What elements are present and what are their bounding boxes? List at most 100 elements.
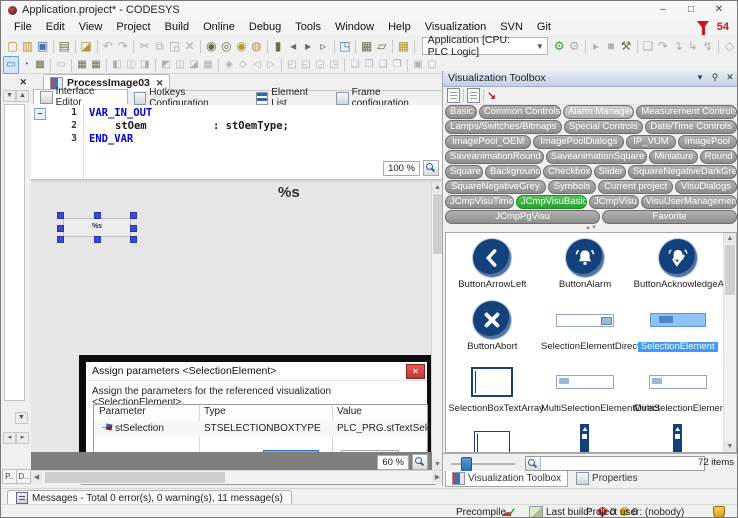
- code-zoom-value[interactable]: 100 %: [383, 161, 420, 176]
- collapsed-panel-column[interactable]: [4, 104, 25, 401]
- breakpoint-icon[interactable]: ❏: [640, 38, 655, 54]
- toolbox-doc-icon-2[interactable]: [467, 88, 480, 103]
- copy-icon[interactable]: ⧉: [152, 38, 167, 54]
- size-icon-3[interactable]: ◲: [313, 57, 327, 73]
- menu-project[interactable]: Project: [109, 19, 157, 35]
- toolbox-item-partial-2[interactable]: [539, 422, 632, 453]
- left-panel-scroll-down-icon[interactable]: ▼: [15, 412, 28, 424]
- send-backward-icon[interactable]: ❒: [390, 57, 404, 73]
- open-project-icon[interactable]: ▥: [20, 38, 35, 54]
- canvas-zoom-icon[interactable]: [412, 454, 428, 470]
- replace-in-project-icon[interactable]: ◍: [249, 38, 264, 54]
- code-fold-icon[interactable]: −: [34, 108, 46, 120]
- items-scroll-up-icon[interactable]: ▲: [724, 233, 736, 244]
- toolbox-item-buttonarrowleft[interactable]: ButtonArrowLeft: [446, 236, 539, 298]
- toolbox-insert-arrow-icon[interactable]: ↘: [487, 89, 496, 102]
- toolbox-item-selectionelementdirect[interactable]: SelectionElementDirect: [539, 298, 632, 360]
- handle-s[interactable]: [94, 236, 101, 243]
- menu-git[interactable]: Git: [530, 19, 558, 35]
- toolbox-item-partial-1[interactable]: [446, 422, 539, 453]
- catalog-icon[interactable]: ▦: [359, 38, 374, 54]
- toolbox-item-multiselectionelementdirect[interactable]: MultiSelectionElementDirect: [539, 360, 632, 422]
- scroll-left-icon[interactable]: ◀: [31, 472, 42, 483]
- notifications-funnel-icon[interactable]: [697, 21, 709, 29]
- maximize-button[interactable]: [679, 2, 703, 17]
- new-project-icon[interactable]: ▢: [5, 38, 20, 54]
- redo-icon[interactable]: ↷: [115, 38, 130, 54]
- save-icon[interactable]: ▣: [35, 38, 50, 54]
- category-ip-vum[interactable]: IP_VUM: [626, 135, 675, 149]
- print-icon[interactable]: ▤: [57, 38, 72, 54]
- category-squarenegativegrey[interactable]: SquareNegativeGrey: [445, 180, 546, 194]
- category-saveanimationround[interactable]: SaveanimationRound: [445, 150, 544, 164]
- panel-menu-icon[interactable]: ▾: [693, 72, 707, 83]
- category-slider[interactable]: Slider: [594, 165, 626, 179]
- category-measurement-controls[interactable]: Measurement Controls: [636, 105, 737, 119]
- panel-header[interactable]: Visualization Toolbox ▾ ⚲ ✕: [443, 71, 738, 87]
- left-panel-scroll-up-icon[interactable]: ▲: [16, 90, 29, 102]
- menu-online[interactable]: Online: [196, 19, 242, 35]
- step-out-icon[interactable]: ↳: [685, 38, 700, 54]
- left-tab-pous[interactable]: P..: [2, 469, 17, 484]
- run-to-cursor-icon[interactable]: ↯: [700, 38, 715, 54]
- menu-tools[interactable]: Tools: [288, 19, 328, 35]
- delete-icon[interactable]: ✕: [182, 38, 197, 54]
- handle-se[interactable]: [130, 236, 137, 243]
- handle-n[interactable]: [94, 212, 101, 219]
- category-imagepooldialogs[interactable]: ImagePoolDialogs: [533, 135, 624, 149]
- export-icon[interactable]: ◳: [337, 38, 352, 54]
- project-user[interactable]: Project user: (nobody): [586, 507, 684, 518]
- left-panel-close-icon[interactable]: ✕: [19, 77, 27, 88]
- category-list-splitter[interactable]: ▲▼: [443, 225, 738, 232]
- minimize-button[interactable]: [651, 2, 675, 17]
- toolbox-item-buttonalarm[interactable]: ButtonAlarm: [539, 236, 632, 298]
- subtab-hotkeys-configuration[interactable]: Hotkeys Configuration: [128, 91, 250, 105]
- parameter-row-stselection[interactable]: stSelection STSELECTIONBOXTYPE PLC_PRG.s…: [94, 421, 427, 437]
- align-middle-icon[interactable]: ◫: [173, 57, 187, 73]
- make-same-height-icon[interactable]: ▷: [264, 57, 278, 73]
- handle-ne[interactable]: [130, 212, 137, 219]
- active-application-combo[interactable]: Application [CPU: PLC Logic] ▼: [422, 37, 548, 55]
- category-lamps-switches-bitmaps[interactable]: Lamps/Switches/Bitmaps: [445, 120, 562, 134]
- find-in-project-icon[interactable]: ◉: [234, 38, 249, 54]
- step-over-icon[interactable]: ↷: [655, 38, 670, 54]
- calendar-icon[interactable]: ▦: [396, 38, 411, 54]
- menu-view[interactable]: View: [72, 19, 110, 35]
- category-jcmpvisubasic[interactable]: JCmpVisuBasic: [516, 195, 587, 209]
- left-tabs-next-icon[interactable]: ▸: [16, 432, 29, 444]
- logout-icon[interactable]: ⚙: [567, 38, 582, 54]
- user-shield-icon[interactable]: [713, 506, 725, 518]
- align-top-icon[interactable]: ◩: [159, 57, 173, 73]
- vertical-scroll-thumb[interactable]: [433, 194, 442, 254]
- code-zoom-icon[interactable]: [423, 160, 439, 176]
- save-visu-icon[interactable]: ▦: [75, 57, 89, 73]
- close-button[interactable]: [707, 2, 731, 17]
- new-object-icon[interactable]: ▱: [374, 38, 389, 54]
- category-background[interactable]: Background: [485, 165, 541, 179]
- login-icon[interactable]: ⚙: [552, 38, 567, 54]
- toolbox-search[interactable]: [525, 456, 705, 471]
- cut-icon[interactable]: ✂: [137, 38, 152, 54]
- send-to-back-icon[interactable]: ❐: [362, 57, 376, 73]
- category-saveanimationsquare[interactable]: SaveanimationSquare: [546, 150, 647, 164]
- paste-icon[interactable]: ◲: [167, 38, 182, 54]
- subtab-element-list[interactable]: Element List: [250, 91, 330, 105]
- category-symbols[interactable]: Symbols: [548, 180, 596, 194]
- align-left-icon[interactable]: ◧: [110, 57, 124, 73]
- category-visudialogs[interactable]: VisuDialogs: [675, 180, 737, 194]
- toolbox-item-buttonabort[interactable]: ButtonAbort: [446, 298, 539, 360]
- dialog-close-icon[interactable]: ✕: [406, 364, 425, 379]
- bookmark-next-icon[interactable]: ▸: [301, 38, 316, 54]
- bookmark-clear-icon[interactable]: ▹: [316, 38, 331, 54]
- left-tab-devices[interactable]: D..: [16, 469, 31, 484]
- ungroup-icon[interactable]: ▢: [425, 57, 439, 73]
- items-scroll-down-icon[interactable]: ▼: [724, 441, 736, 452]
- stop-icon[interactable]: ■: [604, 38, 619, 54]
- bring-to-front-icon[interactable]: ❏: [348, 57, 362, 73]
- select-tool-icon[interactable]: ▭: [3, 56, 19, 74]
- step-into-icon[interactable]: ↴: [670, 38, 685, 54]
- size-icon-2[interactable]: ◱: [299, 57, 313, 73]
- bookmark-prev-icon[interactable]: ◂: [286, 38, 301, 54]
- align-bottom-icon[interactable]: ◪: [187, 57, 201, 73]
- category-jcmpvisu[interactable]: JCmpVisu: [589, 195, 639, 209]
